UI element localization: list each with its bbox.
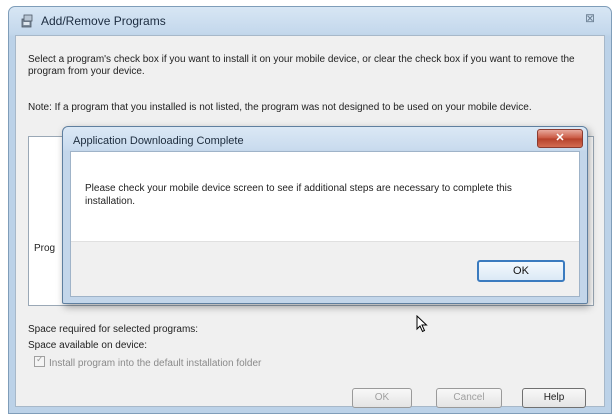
outer-window-title: Add/Remove Programs	[41, 14, 166, 28]
space-available-label: Space available on device:	[28, 340, 147, 351]
install-default-folder-checkbox[interactable]: ✓	[34, 354, 45, 367]
outer-title-bar: Add/Remove Programs ⊠	[9, 7, 611, 35]
cancel-button[interactable]: Cancel	[436, 388, 502, 408]
dialog-body: Please check your mobile device screen t…	[70, 151, 580, 297]
dialog-ok-button[interactable]: OK	[477, 260, 565, 282]
programs-label: Prog	[34, 243, 56, 254]
intro-text: Select a program's check box if you want…	[28, 54, 575, 77]
dialog-message: Please check your mobile device screen t…	[85, 183, 512, 207]
ok-button[interactable]: OK	[352, 388, 412, 408]
install-default-folder-option[interactable]: ✓ Install program into the default instal…	[34, 354, 262, 369]
help-button[interactable]: Help	[522, 388, 586, 408]
outer-close-button[interactable]: ⊠	[585, 11, 595, 25]
dialog-close-button[interactable]: ✕	[537, 129, 583, 148]
mouse-pointer-icon	[416, 315, 428, 333]
space-required-label: Space required for selected programs:	[28, 324, 199, 335]
download-complete-dialog: Application Downloading Complete ✕ Pleas…	[62, 126, 588, 304]
install-default-folder-label: Install program into the default install…	[49, 358, 262, 369]
note-text: Note: If a program that you installed is…	[28, 102, 532, 113]
dialog-footer: OK	[71, 241, 579, 296]
add-remove-programs-icon	[21, 14, 33, 28]
check-mark-icon: ✓	[36, 354, 44, 364]
dialog-title: Application Downloading Complete	[73, 135, 244, 147]
